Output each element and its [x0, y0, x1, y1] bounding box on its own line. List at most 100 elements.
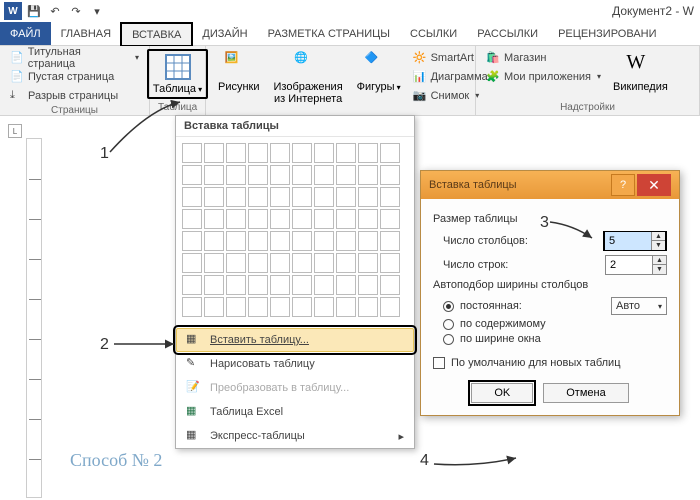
grid-cell[interactable]: [182, 143, 202, 163]
cancel-button[interactable]: Отмена: [543, 383, 628, 403]
grid-cell[interactable]: [182, 253, 202, 273]
grid-cell[interactable]: [248, 275, 268, 295]
grid-cell[interactable]: [292, 231, 312, 251]
dialog-close-button[interactable]: ✕: [637, 174, 671, 196]
grid-cell[interactable]: [358, 165, 378, 185]
autofit-window-radio[interactable]: [443, 334, 454, 345]
grid-cell[interactable]: [380, 253, 400, 273]
title-page-button[interactable]: 📄Титульная страница▾: [8, 49, 141, 66]
grid-cell[interactable]: [314, 209, 334, 229]
grid-cell[interactable]: [226, 209, 246, 229]
grid-cell[interactable]: [380, 143, 400, 163]
grid-cell[interactable]: [380, 209, 400, 229]
autofit-window-row[interactable]: по ширине окна: [443, 333, 667, 345]
draw-table-menu-item[interactable]: ✎Нарисовать таблицу: [176, 352, 414, 376]
autofit-fixed-row[interactable]: постоянная: Авто▾: [443, 297, 667, 315]
grid-cell[interactable]: [204, 253, 224, 273]
grid-cell[interactable]: [292, 187, 312, 207]
dialog-help-button[interactable]: ?: [611, 174, 635, 196]
tab-review[interactable]: РЕЦЕНЗИРОВАНИ: [548, 22, 666, 45]
wikipedia-button[interactable]: WВикипедия: [609, 49, 672, 95]
rows-input[interactable]: [606, 256, 652, 274]
grid-cell[interactable]: [248, 297, 268, 317]
grid-cell[interactable]: [270, 297, 290, 317]
grid-cell[interactable]: [314, 231, 334, 251]
grid-cell[interactable]: [358, 275, 378, 295]
table-button[interactable]: Таблица▾: [147, 49, 208, 99]
grid-cell[interactable]: [226, 143, 246, 163]
ok-button[interactable]: OK: [471, 383, 533, 403]
grid-cell[interactable]: [336, 275, 356, 295]
grid-cell[interactable]: [248, 187, 268, 207]
tab-layout[interactable]: РАЗМЕТКА СТРАНИЦЫ: [258, 22, 400, 45]
store-button[interactable]: 🛍️Магазин: [484, 49, 603, 66]
grid-cell[interactable]: [226, 231, 246, 251]
columns-up[interactable]: ▲: [652, 232, 665, 241]
grid-cell[interactable]: [270, 209, 290, 229]
autofit-contents-radio[interactable]: [443, 319, 454, 330]
grid-cell[interactable]: [314, 275, 334, 295]
grid-cell[interactable]: [358, 187, 378, 207]
grid-cell[interactable]: [270, 165, 290, 185]
grid-cell[interactable]: [248, 143, 268, 163]
grid-cell[interactable]: [204, 297, 224, 317]
grid-cell[interactable]: [226, 253, 246, 273]
grid-cell[interactable]: [336, 165, 356, 185]
grid-cell[interactable]: [226, 297, 246, 317]
grid-cell[interactable]: [204, 165, 224, 185]
grid-cell[interactable]: [336, 253, 356, 273]
grid-cell[interactable]: [358, 143, 378, 163]
grid-cell[interactable]: [292, 275, 312, 295]
pictures-button[interactable]: 🖼️Рисунки: [214, 49, 264, 95]
tab-file[interactable]: ФАЙЛ: [0, 22, 51, 45]
grid-cell[interactable]: [380, 231, 400, 251]
grid-cell[interactable]: [358, 209, 378, 229]
grid-cell[interactable]: [314, 297, 334, 317]
grid-cell[interactable]: [270, 143, 290, 163]
grid-cell[interactable]: [314, 253, 334, 273]
qat-save-icon[interactable]: 💾: [25, 2, 43, 20]
rows-spinner[interactable]: ▲▼: [605, 255, 667, 275]
excel-table-menu-item[interactable]: ▦Таблица Excel: [176, 400, 414, 424]
grid-cell[interactable]: [358, 297, 378, 317]
grid-cell[interactable]: [292, 253, 312, 273]
grid-cell[interactable]: [248, 209, 268, 229]
grid-cell[interactable]: [204, 231, 224, 251]
autofit-contents-row[interactable]: по содержимому: [443, 318, 667, 330]
dialog-titlebar[interactable]: Вставка таблицы ? ✕: [421, 171, 679, 199]
tab-home[interactable]: ГЛАВНАЯ: [51, 22, 121, 45]
grid-cell[interactable]: [380, 187, 400, 207]
remember-checkbox[interactable]: [433, 357, 445, 369]
grid-cell[interactable]: [270, 275, 290, 295]
online-images-button[interactable]: 🌐Изображения из Интернета: [270, 49, 347, 107]
grid-cell[interactable]: [336, 187, 356, 207]
quick-tables-menu-item[interactable]: ▦Экспресс-таблицы▸: [176, 424, 414, 448]
grid-cell[interactable]: [270, 231, 290, 251]
insert-table-menu-item[interactable]: ▦Вставить таблицу...: [176, 328, 414, 352]
grid-cell[interactable]: [226, 275, 246, 295]
grid-cell[interactable]: [182, 231, 202, 251]
fixed-width-combo[interactable]: Авто▾: [611, 297, 667, 315]
grid-cell[interactable]: [270, 187, 290, 207]
grid-cell[interactable]: [380, 297, 400, 317]
rows-down[interactable]: ▼: [653, 265, 666, 274]
grid-cell[interactable]: [314, 187, 334, 207]
grid-cell[interactable]: [336, 297, 356, 317]
table-size-grid[interactable]: [176, 137, 414, 323]
tab-references[interactable]: ССЫЛКИ: [400, 22, 467, 45]
rows-up[interactable]: ▲: [653, 256, 666, 265]
shapes-button[interactable]: 🔷Фигуры▾: [353, 49, 405, 95]
grid-cell[interactable]: [314, 165, 334, 185]
grid-cell[interactable]: [226, 165, 246, 185]
tab-mailings[interactable]: РАССЫЛКИ: [467, 22, 548, 45]
grid-cell[interactable]: [182, 297, 202, 317]
grid-cell[interactable]: [182, 165, 202, 185]
grid-cell[interactable]: [380, 275, 400, 295]
blank-page-button[interactable]: 📄Пустая страница: [8, 68, 141, 85]
columns-down[interactable]: ▼: [652, 241, 665, 250]
page-break-button[interactable]: ⤓Разрыв страницы: [8, 87, 141, 104]
grid-cell[interactable]: [336, 231, 356, 251]
grid-cell[interactable]: [270, 253, 290, 273]
autofit-fixed-radio[interactable]: [443, 301, 454, 312]
grid-cell[interactable]: [182, 209, 202, 229]
